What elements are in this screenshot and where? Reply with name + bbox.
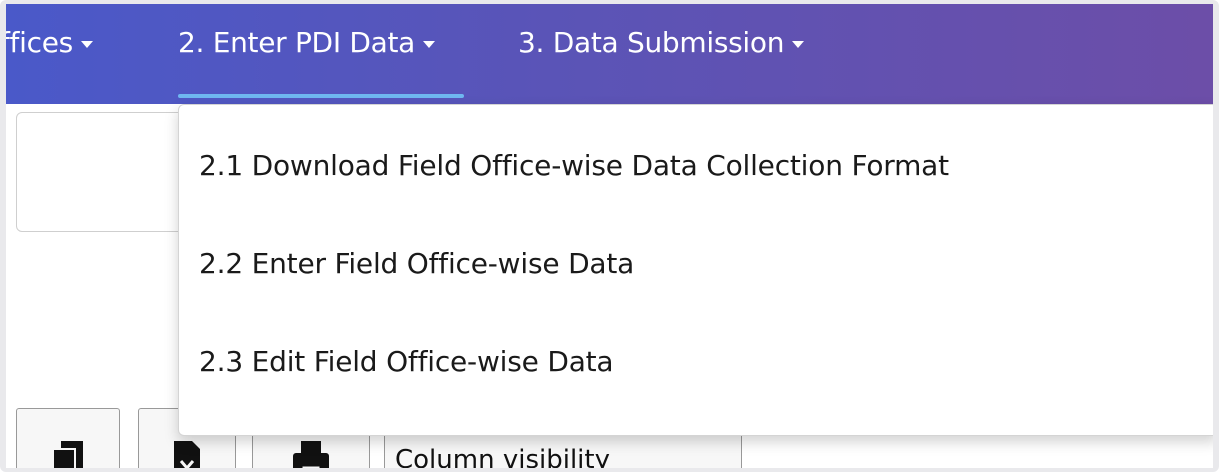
print-icon — [293, 441, 329, 468]
nav-data-submission-menu[interactable]: 3. Data Submission — [518, 18, 805, 66]
nav-enter-pdi-data-menu[interactable]: 2. Enter PDI Data — [178, 18, 436, 66]
dropdown-item-label: 2.2 Enter Field Office-wise Data — [199, 246, 635, 280]
top-navbar: ffices 2. Enter PDI Data 3. Data Submiss… — [6, 4, 1213, 104]
nav-data-submission-label: 3. Data Submission — [518, 25, 785, 59]
nav-offices-label: ffices — [0, 25, 73, 59]
excel-icon — [174, 441, 200, 468]
dropdown-item-label: 2.3 Edit Field Office-wise Data — [199, 344, 614, 378]
column-visibility-label: Column visibility — [395, 445, 610, 472]
dropdown-item-download-format[interactable]: 2.1 Download Field Office-wise Data Coll… — [199, 135, 949, 195]
dropdown-item-enter-data[interactable]: 2.2 Enter Field Office-wise Data — [199, 233, 634, 293]
caret-down-icon — [423, 40, 436, 48]
copy-button[interactable] — [16, 408, 120, 468]
caret-down-icon — [792, 40, 805, 48]
active-tab-indicator — [178, 94, 464, 98]
app-frame: Column visibility ffices 2. Enter PDI Da… — [0, 0, 1219, 472]
caret-down-icon — [80, 40, 93, 48]
nav-offices-menu[interactable]: ffices — [0, 18, 93, 66]
nav-enter-pdi-data-label: 2. Enter PDI Data — [178, 25, 416, 59]
dropdown-item-label: 2.1 Download Field Office-wise Data Coll… — [199, 148, 949, 182]
copy-icon — [52, 441, 83, 468]
enter-pdi-data-dropdown: 2.1 Download Field Office-wise Data Coll… — [178, 104, 1213, 436]
dropdown-item-edit-data[interactable]: 2.3 Edit Field Office-wise Data — [199, 331, 614, 391]
